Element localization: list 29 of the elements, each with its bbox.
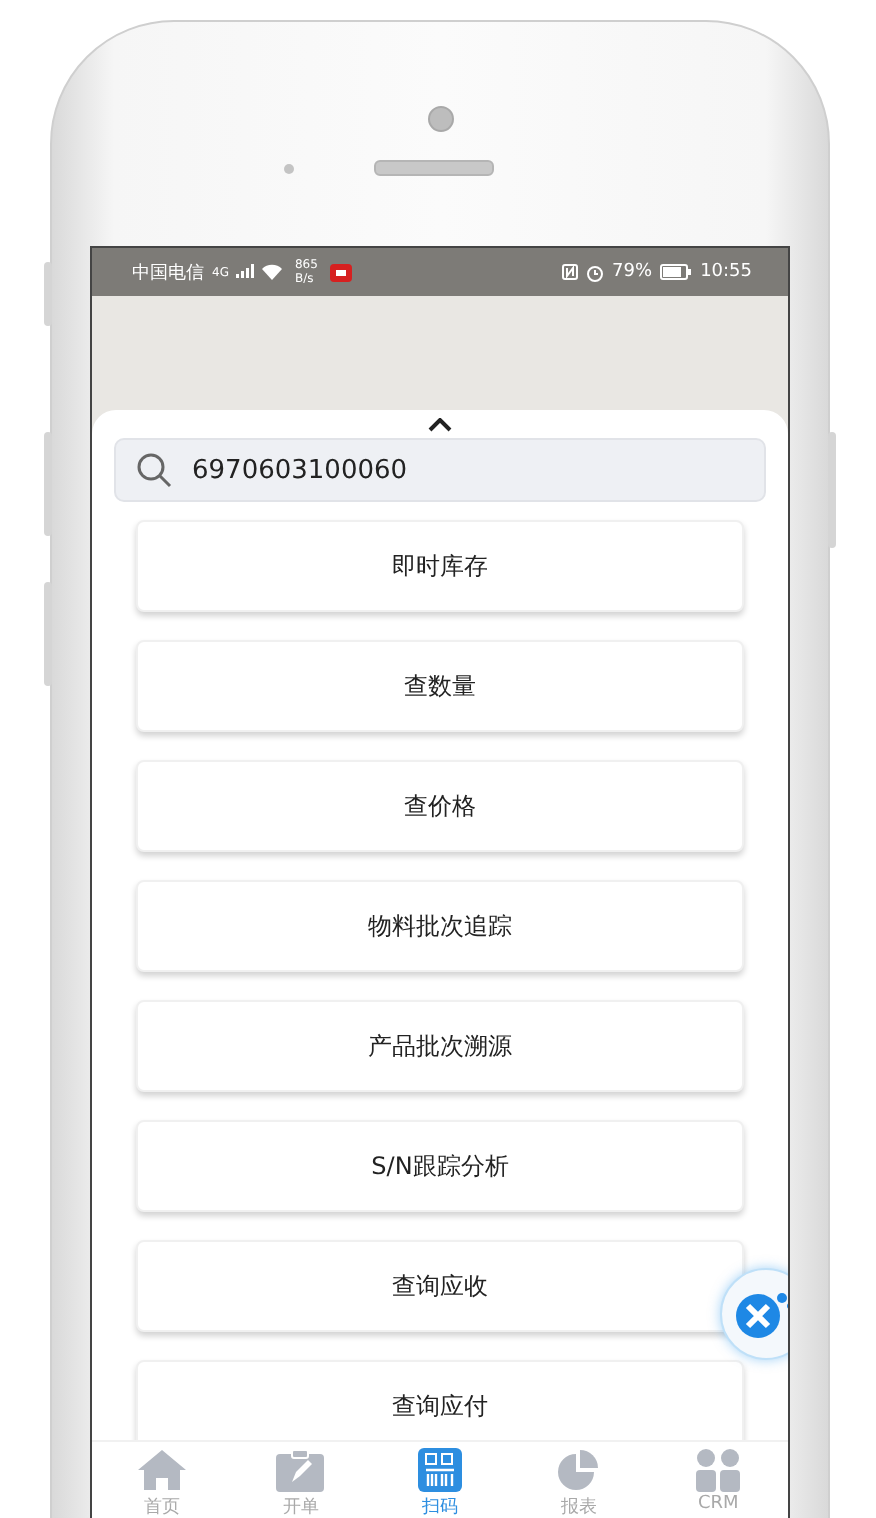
menu-button[interactable]: 物料批次追踪 [136,880,744,972]
cross-sparkle-icon [734,1288,788,1340]
speaker [373,160,493,176]
battery-icon [660,264,693,280]
video-recording-icon [329,263,352,281]
search-icon [136,452,172,488]
pie-chart-icon [555,1448,604,1492]
alarm-icon [586,263,605,281]
barcode-icon [417,1448,462,1492]
battery-percent: 79% [612,262,653,282]
menu-button[interactable]: S/N跟踪分析 [136,1120,744,1212]
home-icon [135,1448,188,1492]
clipboard-pencil-icon [274,1448,327,1492]
menu-button[interactable]: 查价格 [136,760,744,852]
menu-button[interactable]: 产品批次溯源 [136,1000,744,1092]
camera [427,106,453,132]
caret-up-icon[interactable] [428,417,452,431]
nfc-icon [562,264,579,280]
menu-button[interactable]: 查数量 [136,640,744,732]
menu-button[interactable]: 查询应收 [136,1240,744,1332]
wifi-icon [262,264,283,280]
grid-people-icon [694,1448,743,1492]
menu-button[interactable]: 即时库存 [136,520,744,612]
search-field[interactable]: 6970603100060 [114,438,766,502]
carrier-name: 中国电信 [132,261,204,285]
menu-button[interactable]: 查询应付 [136,1360,744,1440]
signal-icon [236,264,255,280]
sensor [283,163,293,173]
clock-time: 10:55 [700,262,752,282]
